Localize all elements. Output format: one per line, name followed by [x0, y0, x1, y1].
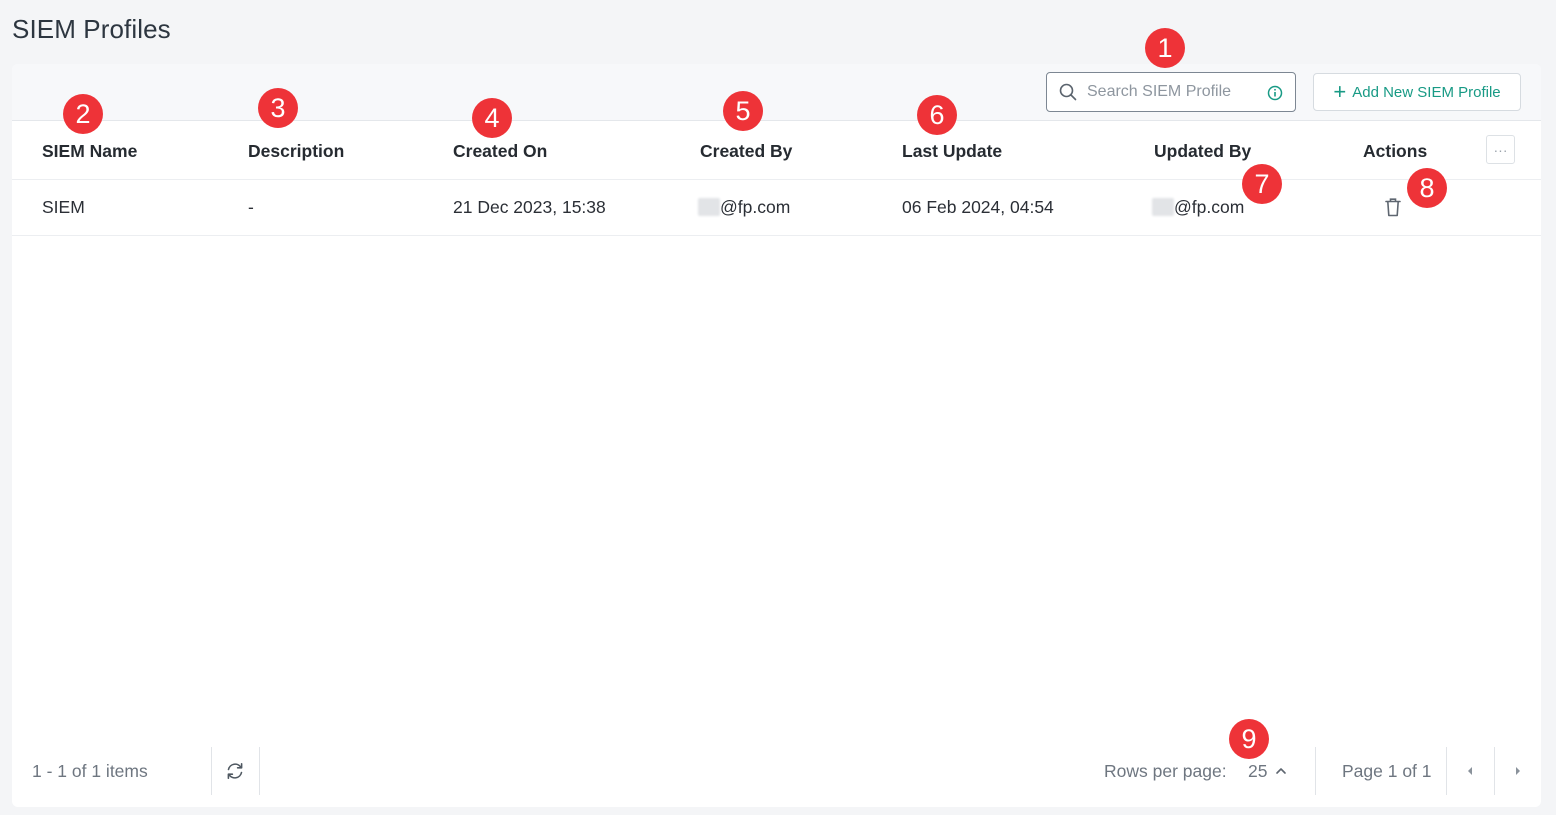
divider [259, 747, 260, 795]
cell-siem-name: SIEM [42, 197, 85, 217]
previous-page-button[interactable] [1447, 747, 1493, 795]
annotation-badge-3: 3 [258, 88, 298, 128]
annotation-badge-9: 9 [1229, 719, 1269, 759]
next-page-button[interactable] [1495, 747, 1541, 795]
updated-by-email: @fp.com [1174, 197, 1245, 217]
column-header-updated-by[interactable]: Updated By [1154, 141, 1251, 162]
add-button-label: Add New SIEM Profile [1352, 83, 1501, 101]
table-toolbar: + Add New SIEM Profile [12, 64, 1541, 121]
annotation-badge-4: 4 [472, 98, 512, 138]
chevron-up-icon [1276, 768, 1287, 774]
annotation-badge-1: 1 [1145, 28, 1185, 68]
annotation-badge-6: 6 [917, 95, 957, 135]
search-box[interactable] [1046, 72, 1296, 112]
cell-description: - [248, 197, 254, 217]
redacted-text [1152, 198, 1174, 216]
caret-right-icon [1516, 767, 1520, 775]
column-header-created-on[interactable]: Created On [453, 141, 547, 162]
table-footer: 1 - 1 of 1 items Rows per page: 25 Page … [12, 747, 1541, 807]
cell-last-update: 06 Feb 2024, 04:54 [902, 197, 1054, 217]
annotation-badge-2: 2 [63, 94, 103, 134]
table-row[interactable]: SIEM - 21 Dec 2023, 15:38 @fp.com 06 Feb… [12, 180, 1541, 236]
column-header-last-update[interactable]: Last Update [902, 141, 1002, 162]
rows-per-page-label: Rows per page: [1104, 761, 1227, 781]
delete-icon[interactable] [1383, 196, 1403, 218]
cell-updated-by: @fp.com [1152, 197, 1244, 218]
column-header-created-by[interactable]: Created By [700, 141, 792, 162]
page-info: Page 1 of 1 [1342, 761, 1432, 781]
refresh-icon[interactable] [224, 760, 246, 782]
items-count: 1 - 1 of 1 items [32, 761, 148, 781]
page-title: SIEM Profiles [12, 14, 171, 44]
rows-per-page-value: 25 [1248, 761, 1268, 781]
siem-profiles-card: + Add New SIEM Profile SIEM Name Descrip… [12, 64, 1541, 807]
divider [1315, 747, 1316, 795]
search-input[interactable] [1087, 81, 1257, 103]
table-header-row: SIEM Name Description Created On Created… [12, 121, 1541, 180]
column-options-button[interactable]: ··· [1486, 135, 1515, 164]
caret-left-icon [1468, 767, 1472, 775]
redacted-text [698, 198, 720, 216]
column-header-siem-name[interactable]: SIEM Name [42, 141, 137, 162]
cell-created-on: 21 Dec 2023, 15:38 [453, 197, 606, 217]
plus-icon: + [1333, 79, 1347, 104]
divider [211, 747, 212, 795]
more-icon: ··· [1493, 141, 1508, 158]
created-by-email: @fp.com [720, 197, 791, 217]
annotation-badge-7: 7 [1242, 164, 1282, 204]
add-new-siem-profile-button[interactable]: + Add New SIEM Profile [1313, 73, 1521, 111]
column-header-description[interactable]: Description [248, 141, 344, 162]
column-header-actions: Actions [1363, 141, 1428, 161]
annotation-badge-5: 5 [723, 91, 763, 131]
cell-created-by: @fp.com [698, 197, 790, 218]
info-icon[interactable] [1267, 85, 1283, 101]
annotation-badge-8: 8 [1407, 168, 1447, 208]
search-icon [1059, 83, 1077, 101]
